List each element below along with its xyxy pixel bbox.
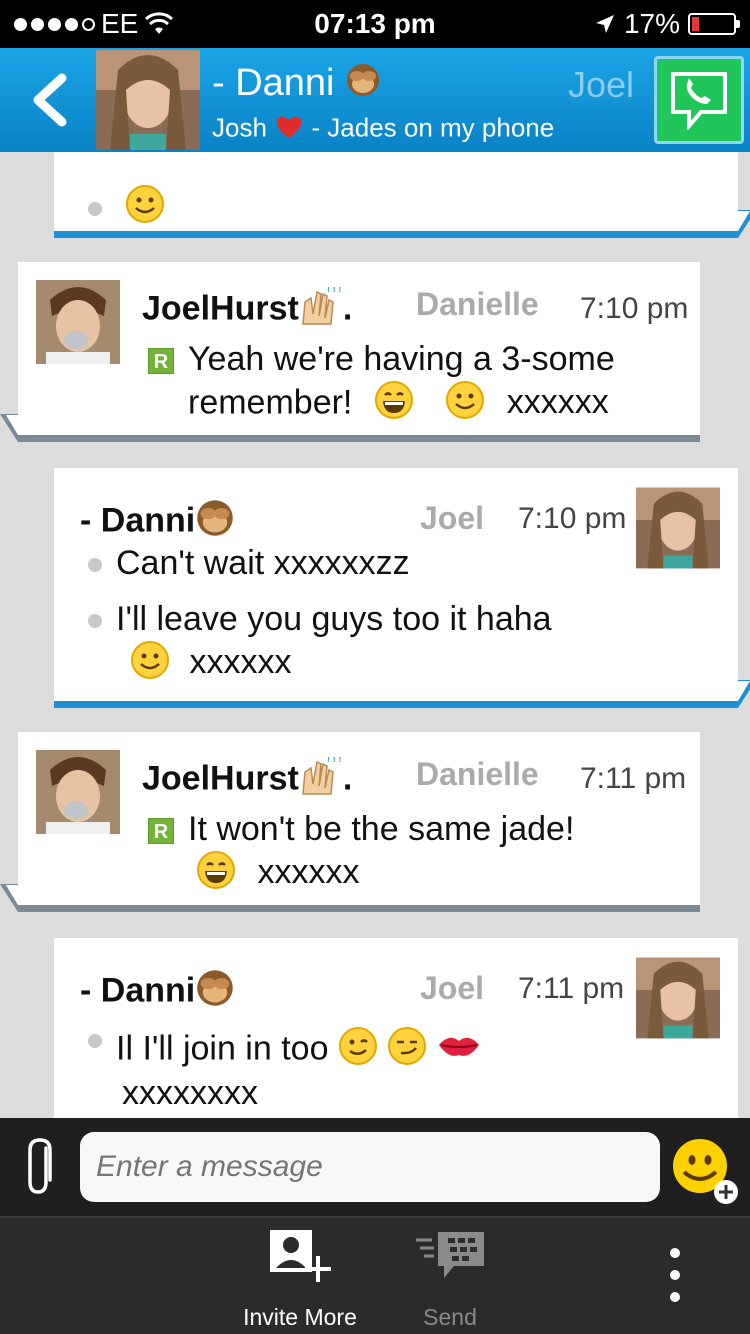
message-time: 7:11 pm [518,972,625,1005]
sender-avatar[interactable] [636,486,720,570]
message-time: 7:11 pm [580,762,687,795]
bullet-icon [88,1034,102,1048]
bullet-icon [88,614,102,629]
message-line: Il I'll join in too [88,1026,481,1075]
faded-recipient-name: Danielle [416,756,539,792]
faded-recipient-name: Joel [420,970,485,1006]
bubble-tail-fill [6,415,18,435]
message-line: remember! xxxxxx [188,380,609,429]
status-bar: EE 07:13 pm 17% [0,0,750,48]
message-line: xxxxxxxx [122,1074,258,1112]
send-button[interactable]: Send [390,1226,510,1331]
faded-recipient-name: Danielle [416,286,539,322]
faded-participant-name: Joel [568,64,635,105]
message-line: xxxxxx [196,850,359,899]
battery-level [692,17,699,31]
wink-emoji-icon [338,1026,378,1075]
sender-avatar[interactable] [636,956,720,1040]
contact-name: - Danni [212,62,381,108]
phone-icon [671,72,727,130]
smiley-emoji-icon [130,640,170,689]
location-arrow-icon [595,15,614,33]
sender-name: JoelHurst! ! !. [142,286,352,335]
monkey-emoji-icon [195,968,235,1017]
message-time: 7:10 pm [580,292,689,325]
message-line: I'll leave you guys too it haha [88,600,552,639]
message-bubble-mine[interactable]: - Danni Joel 7:10 pm Can't wait xxxxxxzz… [54,468,750,708]
contact-avatar[interactable] [96,50,200,150]
more-options-icon[interactable] [664,1248,686,1308]
sender-name: - Danni [80,968,235,1017]
contact-status: Josh - Jades on my phone [212,112,554,147]
heart-icon [274,112,304,147]
sender-name: JoelHurst! ! !. [142,756,352,805]
composer-bar [0,1118,750,1216]
message-bubble-mine[interactable]: - Danni Joel 7:11 pm Il I'll join in too… [54,938,738,1118]
read-receipt-r-icon: R [148,348,174,375]
message-bubble-theirs[interactable]: JoelHurst! ! !. Danielle 7:10 pm R Yeah w… [0,262,700,442]
back-chevron-icon[interactable] [26,70,74,130]
smirk-emoji-icon [387,1026,427,1075]
sender-avatar[interactable] [36,280,120,364]
message-bubble-mine[interactable] [54,152,750,238]
svg-text:! ! !: ! ! ! [327,756,341,764]
bubble-tail-fill [6,885,18,905]
raised-hands-emoji-icon: ! ! ! [299,286,343,335]
message-time: 7:10 pm [518,502,627,535]
battery-icon [688,13,740,35]
faded-recipient-name: Joel [420,500,485,536]
svg-text:! ! !: ! ! ! [327,286,341,294]
bottom-toolbar: Invite More Send [0,1216,750,1334]
add-contact-icon [270,1230,331,1282]
voice-call-button[interactable] [654,56,744,144]
bullet-icon [88,558,102,573]
message-line: R Yeah we're having a 3-some [148,340,615,379]
message-line: R It won't be the same jade! [148,810,574,849]
sender-name: - Danni [80,498,235,547]
message-line: xxxxxx [130,640,291,689]
send-label: Send [423,1304,477,1330]
message-line [88,184,165,233]
kiss-lips-emoji-icon [437,1031,481,1070]
bullet-icon [88,201,102,216]
invite-more-label: Invite More [243,1304,357,1330]
monkey-emoji-icon [195,498,235,547]
chat-header: - Danni Josh - Jades on my phone Joel [0,48,750,152]
monkey-emoji-icon [345,62,381,108]
smiley-emoji-icon [445,380,485,429]
emoji-picker-icon[interactable] [670,1136,742,1208]
smiley-emoji-icon [125,184,165,233]
raised-hands-emoji-icon: ! ! ! [299,756,343,805]
message-input[interactable] [80,1132,660,1202]
sender-avatar[interactable] [36,750,120,834]
paperclip-icon[interactable] [24,1136,58,1198]
status-right: 17% [594,8,740,40]
bubble-tail-fill [738,211,750,231]
grin-emoji-icon [196,850,236,899]
read-receipt-r-icon: R [148,818,174,845]
grin-emoji-icon [374,380,414,429]
message-bubble-theirs[interactable]: JoelHurst! ! !. Danielle 7:11 pm R It won… [0,732,700,912]
message-line: Can't wait xxxxxxzz [88,544,410,583]
invite-more-button[interactable]: Invite More [230,1226,370,1331]
battery-percent: 17% [623,8,680,39]
bubble-tail-fill [738,681,750,701]
message-list[interactable]: JoelHurst! ! !. Danielle 7:10 pm R Yeah w… [0,152,750,1118]
bbm-send-icon [416,1232,484,1278]
